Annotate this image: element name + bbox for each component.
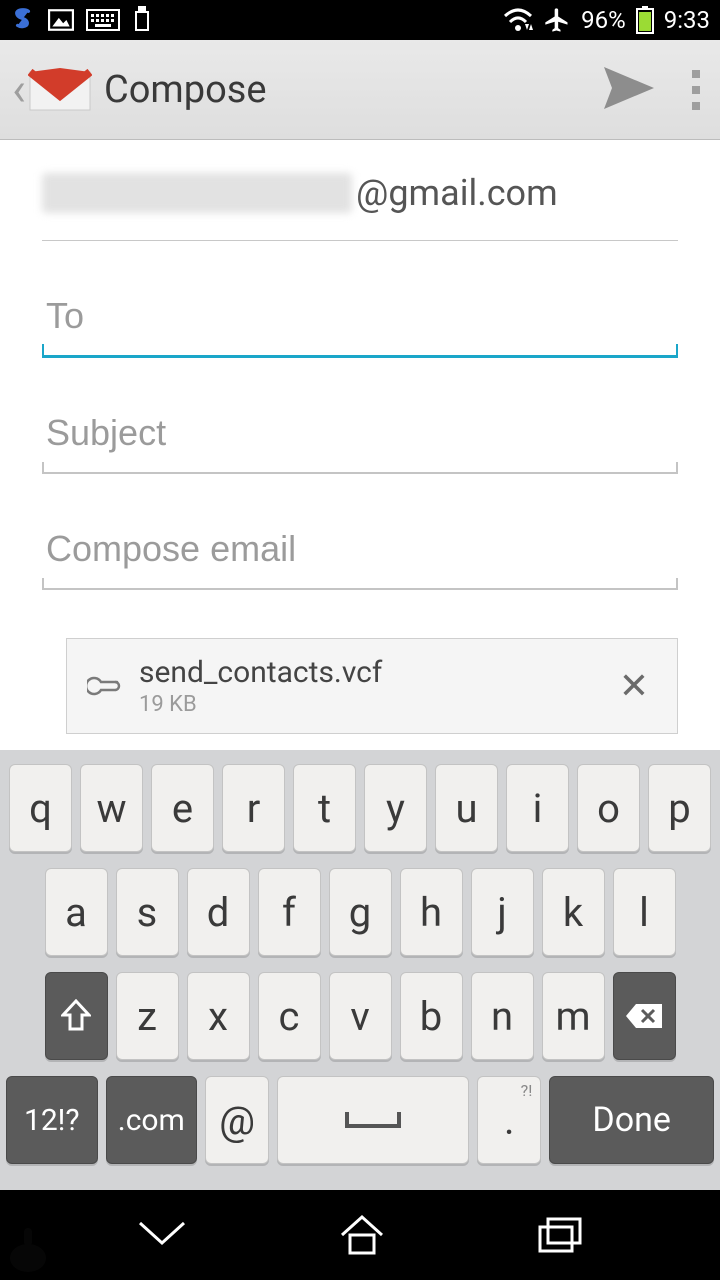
key-n[interactable]: n — [471, 972, 534, 1060]
key-dotcom[interactable]: .com — [106, 1076, 198, 1164]
keyboard-row-3: z x c v b n m — [6, 972, 714, 1060]
keyboard-row-1: q w e r t y u i o p — [6, 764, 714, 852]
wifi-icon — [503, 8, 533, 32]
attachment-size: 19 KB — [139, 692, 611, 717]
watermark — [6, 1222, 50, 1274]
key-l[interactable]: l — [613, 868, 676, 956]
clock: 9:33 — [664, 6, 710, 34]
from-address-redacted — [42, 173, 352, 213]
nav-home-button[interactable] — [338, 1213, 386, 1257]
attachment-name: send_contacts.vcf — [139, 655, 611, 690]
key-backspace[interactable] — [613, 972, 676, 1060]
key-z[interactable]: z — [116, 972, 179, 1060]
key-at[interactable]: @ — [205, 1076, 269, 1164]
key-i[interactable]: i — [506, 764, 569, 852]
key-r[interactable]: r — [222, 764, 285, 852]
from-field[interactable]: @gmail.com — [42, 152, 678, 241]
key-g[interactable]: g — [329, 868, 392, 956]
send-button[interactable] — [602, 65, 656, 115]
key-period-hint: ?! — [521, 1081, 533, 1100]
battery-percentage: 96% — [581, 6, 626, 34]
overflow-menu-button[interactable] — [684, 70, 708, 110]
keyboard-row-4: 12!? .com @ .?! Done — [6, 1076, 714, 1164]
keyboard-status-icon — [86, 9, 120, 31]
key-space[interactable] — [277, 1076, 469, 1164]
key-o[interactable]: o — [577, 764, 640, 852]
subject-input[interactable] — [42, 402, 678, 472]
to-row — [42, 285, 678, 358]
key-p[interactable]: p — [648, 764, 711, 852]
key-j[interactable]: j — [471, 868, 534, 956]
key-u[interactable]: u — [435, 764, 498, 852]
key-a[interactable]: a — [45, 868, 108, 956]
soft-keyboard: q w e r t y u i o p a s d f g h j k l z … — [0, 750, 720, 1190]
usb-icon — [132, 6, 152, 34]
key-e[interactable]: e — [151, 764, 214, 852]
key-q[interactable]: q — [9, 764, 72, 852]
key-k[interactable]: k — [542, 868, 605, 956]
key-s[interactable]: s — [116, 868, 179, 956]
key-t[interactable]: t — [293, 764, 356, 852]
airplane-mode-icon — [543, 6, 571, 34]
key-v[interactable]: v — [329, 972, 392, 1060]
key-d[interactable]: d — [187, 868, 250, 956]
android-statusbar: 96% 9:33 — [0, 0, 720, 40]
key-shift[interactable] — [45, 972, 108, 1060]
key-y[interactable]: y — [364, 764, 427, 852]
to-input[interactable] — [42, 285, 678, 355]
key-done[interactable]: Done — [549, 1076, 714, 1164]
android-navbar — [0, 1190, 720, 1280]
nav-recent-button[interactable] — [534, 1215, 586, 1255]
body-row — [42, 518, 678, 590]
app-s-icon — [10, 7, 36, 33]
remove-attachment-button[interactable]: ✕ — [611, 657, 657, 715]
key-period[interactable]: .?! — [477, 1076, 541, 1164]
attachment-chip: send_contacts.vcf 19 KB ✕ — [66, 638, 678, 734]
gmail-icon[interactable] — [28, 66, 92, 114]
key-c[interactable]: c — [258, 972, 321, 1060]
subject-row — [42, 402, 678, 474]
compose-appbar: ‹ Compose — [0, 40, 720, 140]
keyboard-row-2: a s d f g h j k l — [6, 868, 714, 956]
body-input[interactable] — [42, 518, 678, 588]
key-m[interactable]: m — [542, 972, 605, 1060]
key-x[interactable]: x — [187, 972, 250, 1060]
key-b[interactable]: b — [400, 972, 463, 1060]
from-address-suffix: @gmail.com — [356, 172, 558, 214]
key-symbols[interactable]: 12!? — [6, 1076, 98, 1164]
nav-back-button[interactable] — [134, 1217, 190, 1253]
appbar-title: Compose — [104, 68, 267, 112]
compose-form: @gmail.com send_contacts.vcf 19 KB ✕ — [0, 140, 720, 750]
paperclip-icon — [87, 670, 121, 702]
key-f[interactable]: f — [258, 868, 321, 956]
key-h[interactable]: h — [400, 868, 463, 956]
key-w[interactable]: w — [80, 764, 143, 852]
battery-icon — [636, 6, 654, 34]
picture-icon — [48, 9, 74, 31]
